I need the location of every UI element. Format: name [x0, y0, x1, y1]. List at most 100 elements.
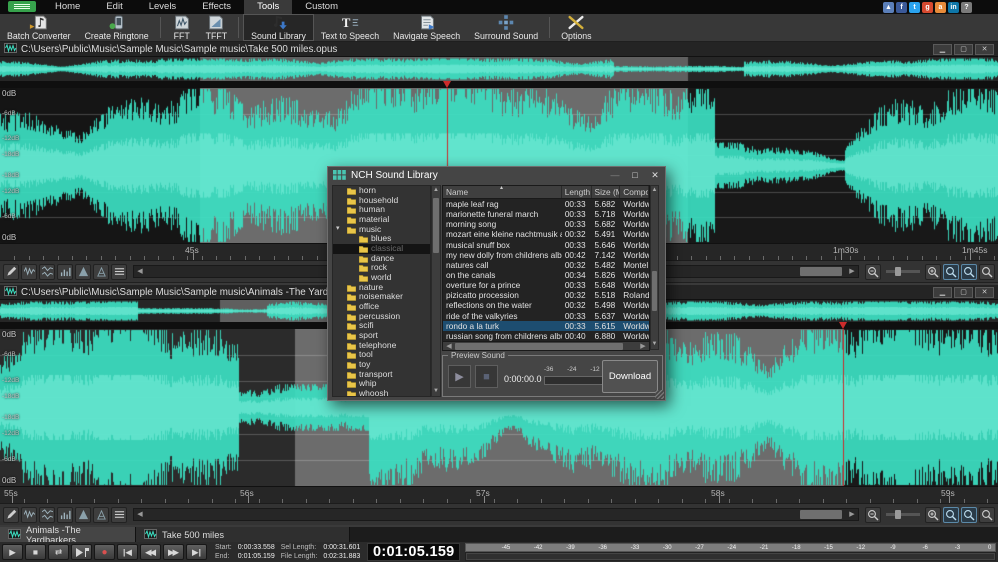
sound-row[interactable]: natures call00:325.482Montel Br [443, 260, 649, 270]
window1-titlebar[interactable]: C:\Users\Public\Music\Sample Music\Sampl… [0, 42, 998, 57]
twitter-icon[interactable]: t [909, 2, 920, 13]
window1-overview-waveform[interactable] [0, 57, 998, 81]
share-icon[interactable]: a [935, 2, 946, 13]
view-options-list-button[interactable] [111, 264, 127, 280]
sound-list-vscrollbar[interactable]: ▲ ▼ [650, 185, 659, 350]
toolbar-text-to-speech-button[interactable]: TText to Speech [314, 14, 386, 41]
wave-h-scrollbar[interactable]: ◀▶ [133, 508, 859, 521]
edit-pencil-button[interactable] [3, 264, 19, 280]
play-selection-button[interactable] [71, 544, 92, 560]
menu-tab-effects[interactable]: Effects [189, 0, 244, 14]
tree-expand-chevron[interactable]: ▾ [336, 224, 340, 234]
like-icon[interactable]: ▲ [883, 2, 894, 13]
preview-play-button[interactable]: ▶ [448, 365, 471, 388]
spectrogram-view-button[interactable] [75, 264, 91, 280]
facebook-icon[interactable]: f [896, 2, 907, 13]
playback-cursor-marker[interactable] [443, 81, 451, 88]
main-menu-icon[interactable] [8, 1, 36, 12]
linkedin-icon[interactable]: in [948, 2, 959, 13]
sound-row[interactable]: mozart eine kleine nachtmusik allegro00:… [443, 229, 649, 239]
sound-row[interactable]: musical snuff box00:335.646Worldwid [443, 240, 649, 250]
list-vscroll-thumb[interactable] [652, 271, 657, 311]
menu-tab-custom[interactable]: Custom [292, 0, 351, 14]
waveform-dual-view-button[interactable] [39, 507, 55, 523]
toolbar-create-ringtone-button[interactable]: Create Ringtone [78, 14, 156, 41]
tree-scroll-thumb[interactable] [433, 198, 439, 253]
zoom-in-button[interactable] [925, 507, 941, 523]
list-scroll-left-arrow[interactable]: ◀ [443, 342, 455, 351]
column-header-compose[interactable]: Compose [620, 186, 649, 198]
sound-row[interactable]: overture for a prince00:335.648Worldwid [443, 280, 649, 290]
sound-row[interactable]: ride of the valkyries00:335.637Worldwid [443, 311, 649, 321]
view-options-list-button[interactable] [111, 507, 127, 523]
column-header-length[interactable]: Length [562, 186, 592, 198]
window1-minimize-button[interactable]: ▁ [933, 44, 952, 55]
zoom-slider[interactable] [886, 270, 920, 273]
loop-button[interactable]: ⇄ [48, 544, 69, 560]
stop-button[interactable]: ■ [25, 544, 46, 560]
sound-row[interactable]: rondo a la turk00:335.615Worldwid [443, 321, 649, 331]
zoom-vertical-button[interactable] [979, 264, 995, 280]
zoom-slider[interactable] [886, 513, 920, 516]
menu-tab-tools[interactable]: Tools [244, 0, 292, 14]
dialog-maximize-button[interactable]: □ [625, 168, 645, 183]
edit-pencil-button[interactable] [3, 507, 19, 523]
waveform-view-button[interactable] [21, 507, 37, 523]
column-header-size-mb-[interactable]: Size (MB) [592, 186, 621, 198]
file-tab-2[interactable]: Take 500 miles [136, 527, 350, 542]
window2-minimize-button[interactable]: ▁ [933, 287, 952, 298]
sound-row[interactable]: morning song00:335.682Worldwid [443, 219, 649, 229]
scroll-thumb[interactable] [800, 267, 842, 276]
download-button[interactable]: Download [602, 360, 658, 393]
scroll-left-arrow[interactable]: ◀ [134, 509, 146, 520]
menu-tab-levels[interactable]: Levels [136, 0, 189, 14]
list-scroll-down-arrow[interactable]: ▼ [651, 340, 658, 349]
scroll-right-arrow[interactable]: ▶ [846, 266, 858, 277]
sound-row[interactable]: marionette funeral march00:335.718Worldw… [443, 209, 649, 219]
zoom-full-button[interactable] [961, 507, 977, 523]
toolbar-fft-button[interactable]: FFT [165, 14, 199, 41]
waveform-dual-view-button[interactable] [39, 264, 55, 280]
window1-close-button[interactable]: ✕ [975, 44, 994, 55]
sound-row[interactable]: maple leaf rag00:335.682Worldwid [443, 199, 649, 209]
sound-row[interactable]: my new dolly from childrens album op 390… [443, 250, 649, 260]
go-end-button[interactable]: ▶| [186, 544, 207, 560]
preview-stop-button[interactable]: ■ [475, 365, 498, 388]
toolbar-options-button[interactable]: Options [554, 14, 598, 41]
list-hscroll-thumb[interactable] [455, 343, 623, 350]
zoom-slider-thumb[interactable] [895, 267, 901, 276]
sound-row[interactable]: on the canals00:345.826Worldwid [443, 270, 649, 280]
tempo-view-button[interactable] [93, 507, 109, 523]
scroll-right-arrow[interactable]: ▶ [846, 509, 858, 520]
spectrogram-view-button[interactable] [75, 507, 91, 523]
googleplus-icon[interactable]: g [922, 2, 933, 13]
zoom-slider-thumb[interactable] [895, 510, 901, 519]
help-icon[interactable]: ? [961, 2, 972, 13]
zoom-full-button[interactable] [961, 264, 977, 280]
zoom-out-button[interactable] [865, 264, 881, 280]
rewind-button[interactable]: ◀◀ [140, 544, 161, 560]
menu-tab-edit[interactable]: Edit [93, 0, 135, 14]
toolbar-tfft-button[interactable]: TFFT [199, 14, 235, 41]
toolbar-surround-sound-button[interactable]: Surround Sound [467, 14, 545, 41]
spectrum-view-button[interactable] [57, 264, 73, 280]
scroll-left-arrow[interactable]: ◀ [134, 266, 146, 277]
window1-maximize-button[interactable]: ▢ [954, 44, 973, 55]
dialog-resize-grip[interactable] [655, 390, 664, 399]
playback-cursor-marker[interactable] [839, 322, 847, 329]
toolbar-sound-library-button[interactable]: Sound Library [243, 14, 314, 41]
sound-list-hscrollbar[interactable]: ◀ ▶ [443, 341, 649, 350]
sound-row[interactable]: reflections on the water00:325.498Worldw… [443, 300, 649, 310]
zoom-out-button[interactable] [865, 507, 881, 523]
waveform-view-button[interactable] [21, 264, 37, 280]
play-button[interactable]: ▶ [2, 544, 23, 560]
dialog-minimize-button[interactable]: — [605, 168, 625, 183]
fast-forward-button[interactable]: ▶▶ [163, 544, 184, 560]
window2-timeline[interactable]: 55s56s57s58s59s [0, 486, 998, 503]
tree-scroll-up-arrow[interactable]: ▲ [432, 186, 440, 195]
record-button[interactable]: ● [94, 544, 115, 560]
toolbar-batch-converter-button[interactable]: Batch Converter [0, 14, 78, 41]
file-tab-1[interactable]: Animals -The Yardbarkers [0, 527, 136, 542]
list-scroll-up-arrow[interactable]: ▲ [651, 186, 658, 195]
zoom-vertical-button[interactable] [979, 507, 995, 523]
